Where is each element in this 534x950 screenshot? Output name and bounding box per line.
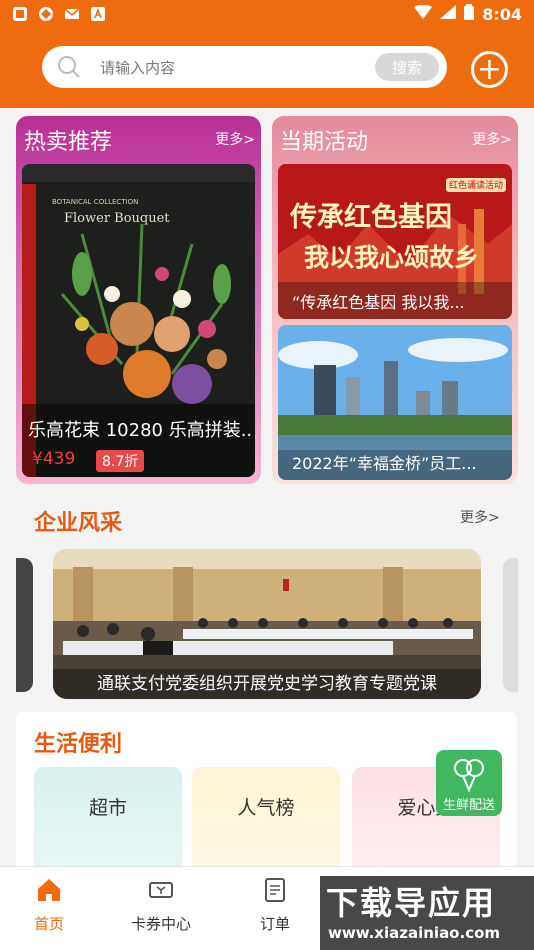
tile-popular[interactable]: 人气榜 <box>192 767 340 877</box>
discount-badge: 8.7折 <box>96 450 145 472</box>
activity-more-link[interactable]: 更多> <box>472 129 512 149</box>
hot-sale-more-link[interactable]: 更多> <box>215 129 255 149</box>
activity-caption: “传承红色基因 我以我... <box>292 293 465 312</box>
fresh-delivery-button[interactable]: 生鲜配送 <box>436 750 502 816</box>
product-name: 乐高花束 10280 乐高拼装... <box>28 420 254 441</box>
life-section-title: 生活便利 <box>34 732 123 757</box>
search-bar[interactable]: 请输入内容 搜索 <box>42 46 447 88</box>
mail-notification-icon <box>64 6 80 22</box>
broccoli-icon <box>454 759 484 792</box>
nav-card-center[interactable]: 卡券中心 <box>116 877 206 934</box>
carousel-prev-slide[interactable] <box>16 558 33 692</box>
wifi-icon <box>414 4 433 23</box>
enterprise-section-title: 企业风采 <box>34 511 123 536</box>
nav-home[interactable]: 首页 <box>4 877 94 934</box>
diamond-notification-icon <box>38 6 54 22</box>
order-icon <box>265 878 285 902</box>
nav-label: 首页 <box>33 915 64 933</box>
enterprise-caption: 通联支付党委组织开展党史学习教育专题党课 <box>53 669 481 699</box>
hot-product[interactable]: BOTANICAL COLLECTION Flower Bouquet 乐高花束… <box>22 164 255 477</box>
search-icon <box>56 54 82 80</box>
nav-orders[interactable]: 订单 <box>230 877 320 934</box>
tile-label: 超市 <box>88 797 127 819</box>
app-notification-icon <box>12 6 28 22</box>
nav-label: 卡券中心 <box>130 915 191 933</box>
carousel-next-slide[interactable] <box>503 558 518 692</box>
enterprise-carousel-slide[interactable]: 通联支付党委组织开展党史学习教育专题党课 <box>53 549 481 699</box>
watermark-url: www.xiazainiao.com <box>328 924 501 942</box>
svg-text:我以我心颂故乡: 我以我心颂故乡 <box>304 243 479 272</box>
tile-supermarket[interactable]: 超市 <box>34 767 182 877</box>
activity-item[interactable]: 红色诵读活动 传承红色基因 我以我心颂故乡 “传承红色基因 我以我... <box>278 164 512 319</box>
tile-label: 人气榜 <box>237 797 295 819</box>
hot-sale-card: 热卖推荐 更多> BOTANICAL COLLECTION Flower Bou… <box>16 116 261 484</box>
battery-icon <box>464 4 475 24</box>
activity-caption: 2022年“幸福金桥”员工... <box>292 454 477 473</box>
app-header: 8:04 请输入内容 搜索 + <box>0 0 534 108</box>
status-time: 8:04 <box>482 4 522 24</box>
activity-item[interactable]: 2022年“幸福金桥”员工... <box>278 325 512 480</box>
nav-label: 订单 <box>259 915 290 933</box>
ticket-icon <box>149 882 173 898</box>
status-bar: 8:04 <box>0 0 534 28</box>
enterprise-more-link[interactable]: 更多> <box>460 507 500 527</box>
watermark-title: 下载导应用 <box>326 884 497 922</box>
product-price: ¥439 <box>32 449 76 469</box>
search-input[interactable]: 请输入内容 <box>100 57 375 78</box>
fresh-delivery-label: 生鲜配送 <box>442 798 495 813</box>
svg-text:Flower Bouquet: Flower Bouquet <box>64 211 170 226</box>
text-notification-icon <box>90 6 106 22</box>
svg-text:传承红色基因: 传承红色基因 <box>289 201 452 233</box>
svg-text:BOTANICAL COLLECTION: BOTANICAL COLLECTION <box>52 198 138 206</box>
home-icon <box>38 879 60 901</box>
svg-text:红色诵读活动: 红色诵读活动 <box>449 179 503 191</box>
activity-card: 当期活动 更多> 红色诵读活动 传承红色基因 我以我心颂故乡 “传承红色基因 我… <box>272 116 518 484</box>
hot-sale-title: 热卖推荐 <box>24 130 113 155</box>
watermark: 下载导应用 www.xiazainiao.com <box>320 876 534 950</box>
add-icon[interactable]: + <box>471 51 508 88</box>
search-button[interactable]: 搜索 <box>375 53 439 81</box>
signal-icon <box>440 5 457 23</box>
activity-title: 当期活动 <box>280 130 369 155</box>
